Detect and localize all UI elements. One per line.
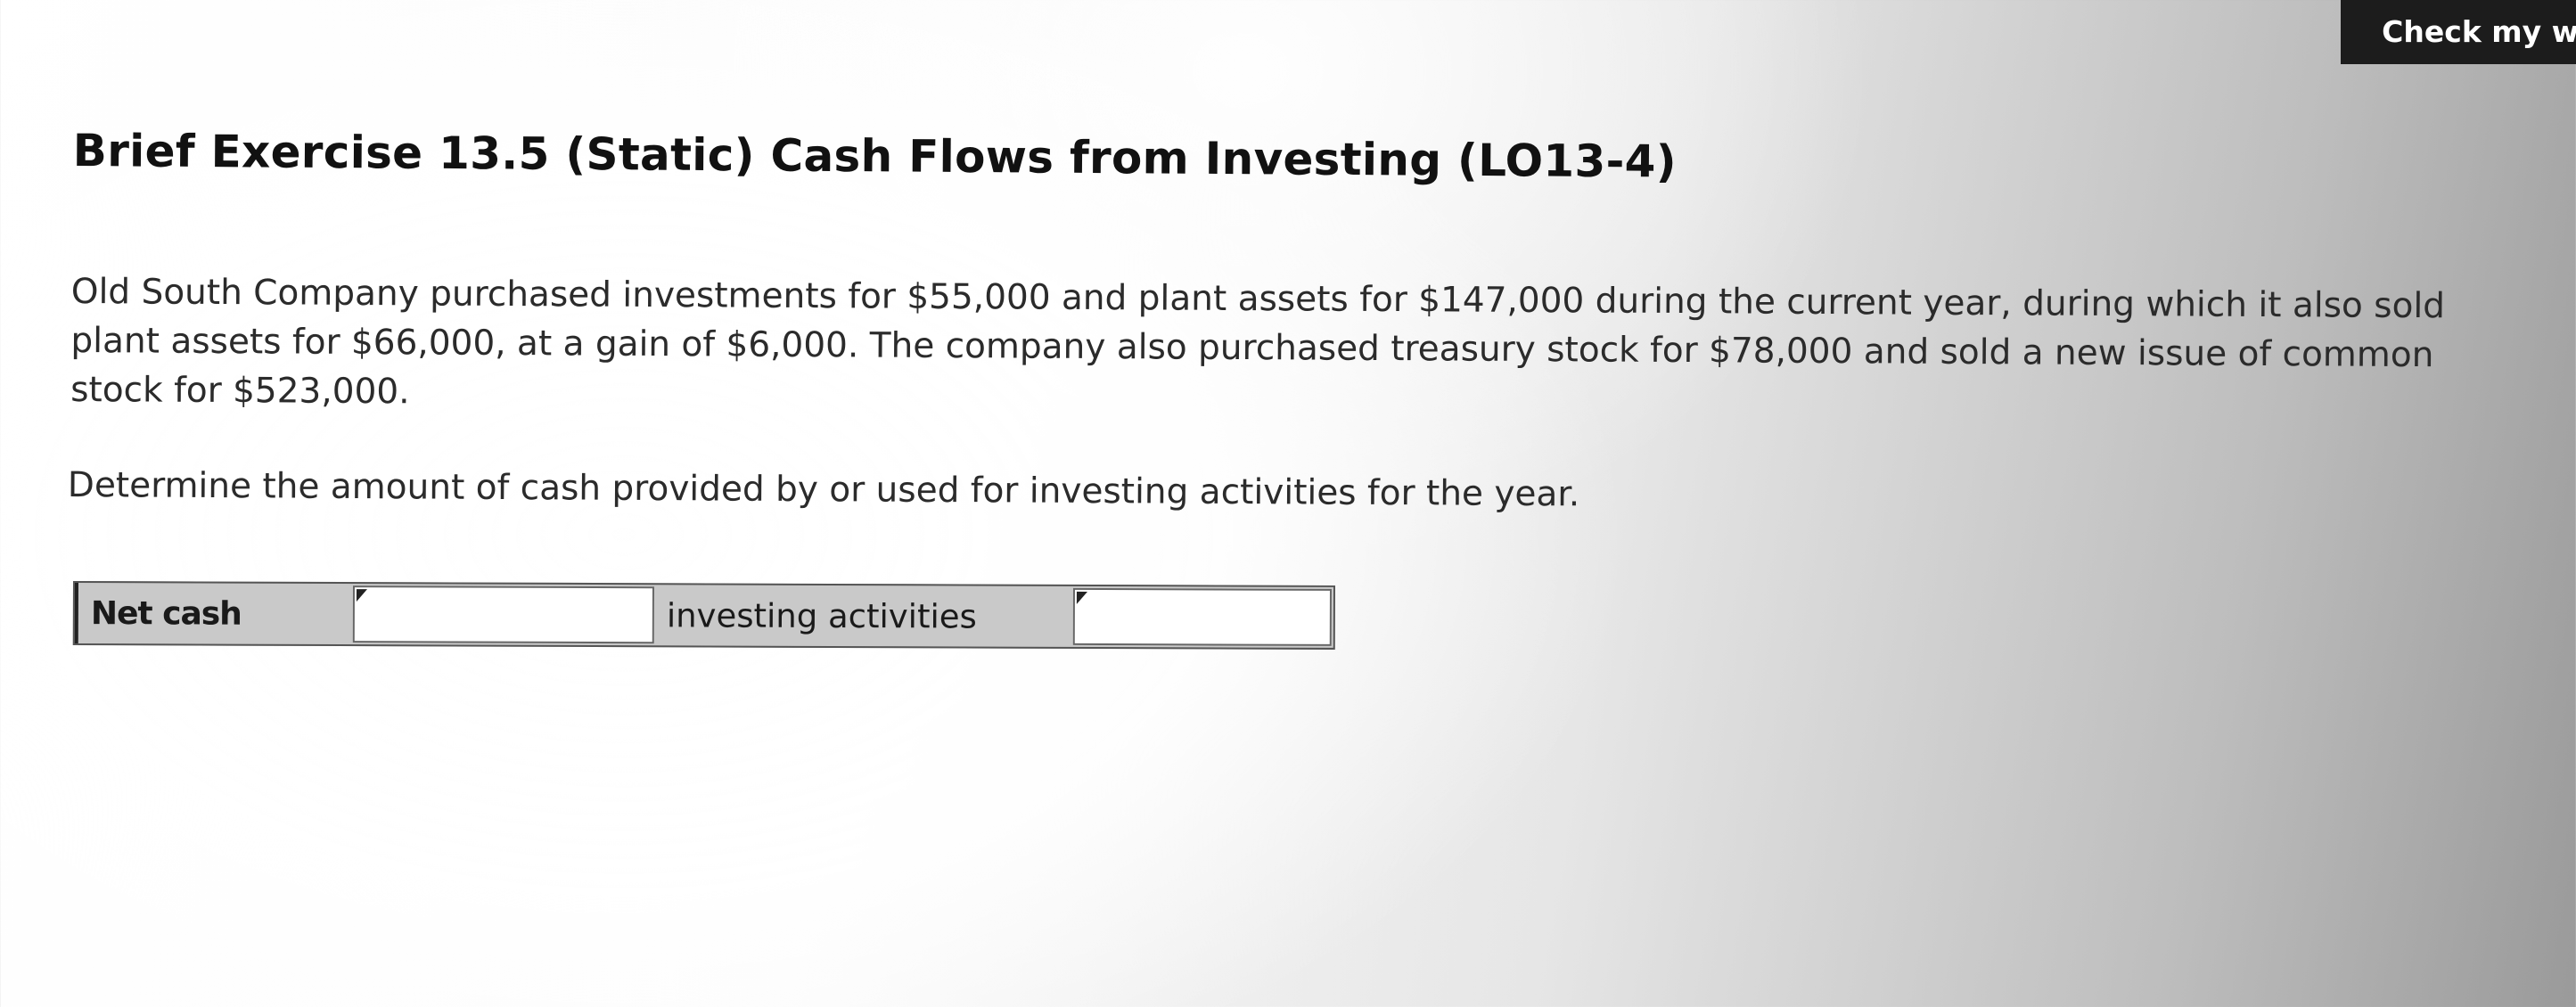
investing-activities-label: investing activities <box>666 595 977 636</box>
dropdown-indicator-icon <box>356 589 367 602</box>
problem-text: Old South Company purchased investments … <box>70 271 2446 413</box>
check-my-work-button[interactable]: Check my wo <box>2341 0 2576 64</box>
instruction-text: Determine the amount of cash provided by… <box>67 465 1580 515</box>
answer-row: Net cash investing activities <box>72 581 1335 650</box>
exercise-title: Brief Exercise 13.5 (Static) Cash Flows … <box>72 125 1678 188</box>
net-cash-label: Net cash <box>74 583 353 645</box>
amount-field[interactable] <box>1072 587 1332 646</box>
amount-indicator-icon <box>1076 591 1087 604</box>
amount-input[interactable] <box>1074 589 1330 644</box>
provided-used-input[interactable] <box>354 587 652 643</box>
provided-used-dropdown[interactable] <box>352 585 654 644</box>
